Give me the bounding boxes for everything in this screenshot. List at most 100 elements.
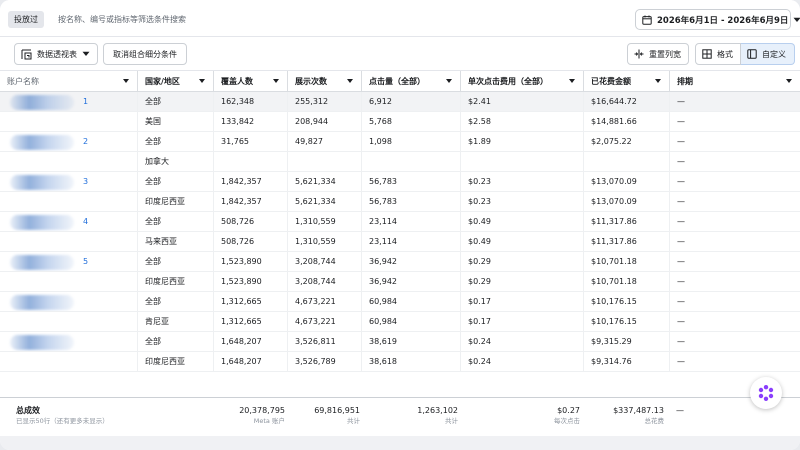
- cell-impressions: 4,673,221: [287, 312, 361, 331]
- redacted-account-name: [10, 135, 74, 150]
- table-row[interactable]: 印度尼西亚 1,648,207 3,526,789 38,618 $0.24 $9,314…: [0, 352, 800, 372]
- cell-account[interactable]: 3: [0, 172, 137, 191]
- cell-clicks: 60,984: [361, 312, 460, 331]
- column-header-reach[interactable]: 覆盖人数: [213, 71, 287, 91]
- cell-country: 全部: [137, 92, 213, 111]
- sort-caret-icon[interactable]: [569, 79, 575, 83]
- sort-caret-icon[interactable]: [446, 79, 452, 83]
- table-row[interactable]: 全部 1,312,665 4,673,221 60,984 $0.17 $10,176.1…: [0, 292, 800, 312]
- table-row[interactable]: 全部 1,648,207 3,526,811 38,619 $0.24 $9,315.29…: [0, 332, 800, 352]
- cell-cpc: $1.89: [460, 132, 583, 151]
- cell-schedule: —: [669, 332, 800, 351]
- summary-reach: 20,378,795 Meta 账户: [239, 405, 285, 427]
- column-header-label: 账户名称: [7, 76, 39, 86]
- account-link[interactable]: 2: [83, 132, 88, 151]
- sort-caret-icon[interactable]: [786, 79, 792, 83]
- cell-impressions: 3,208,744: [287, 252, 361, 271]
- chevron-down-icon: [793, 17, 800, 23]
- cell-impressions: 49,827: [287, 132, 361, 151]
- clear-breakdown-button[interactable]: 取消组合细分条件: [103, 43, 187, 65]
- summary-cpc-value: $0.27: [557, 406, 580, 415]
- cell-account[interactable]: [0, 352, 137, 371]
- cell-account[interactable]: 2: [0, 132, 137, 151]
- cell-amount-spent: $10,701.18: [583, 252, 669, 271]
- cell-account[interactable]: [0, 332, 137, 351]
- date-range-picker[interactable]: 2026年6月1日 - 2026年6月9日: [635, 9, 800, 30]
- cell-account[interactable]: [0, 192, 137, 211]
- account-link[interactable]: 5: [83, 252, 88, 271]
- table-row[interactable]: 3 全部 1,842,357 5,621,334 56,783 $0.23 $13,070.…: [0, 172, 800, 192]
- cell-amount-spent: $13,070.09: [583, 172, 669, 191]
- cell-country: 印度尼西亚: [137, 272, 213, 291]
- cell-account[interactable]: 1: [0, 92, 137, 111]
- format-button[interactable]: 格式: [695, 43, 741, 65]
- cell-cpc: $2.41: [460, 92, 583, 111]
- cell-account[interactable]: 5: [0, 252, 137, 271]
- cell-clicks: [361, 152, 460, 171]
- cell-account[interactable]: [0, 312, 137, 331]
- column-header-cpc[interactable]: 单次点击费用（全部）: [460, 71, 583, 91]
- cell-clicks: 6,912: [361, 92, 460, 111]
- summary-reach-value: 20,378,795: [239, 406, 285, 415]
- cell-impressions: 5,621,334: [287, 192, 361, 211]
- table-row[interactable]: 加拿大 —: [0, 152, 800, 172]
- date-range-label: 2026年6月1日 - 2026年6月9日: [657, 15, 789, 26]
- table-row[interactable]: 肯尼亚 1,312,665 4,673,221 60,984 $0.17 $10,176.…: [0, 312, 800, 332]
- table-row[interactable]: 印度尼西亚 1,842,357 5,621,334 56,783 $0.23 $13,07…: [0, 192, 800, 212]
- sort-caret-icon[interactable]: [655, 79, 661, 83]
- cell-reach: 1,312,665: [213, 292, 287, 311]
- table-row[interactable]: 5 全部 1,523,890 3,208,744 36,942 $0.29 $10,701.…: [0, 252, 800, 272]
- cell-account[interactable]: [0, 112, 137, 131]
- cell-cpc: $0.17: [460, 292, 583, 311]
- cell-account[interactable]: [0, 232, 137, 251]
- table-row[interactable]: 马来西亚 508,726 1,310,559 23,114 $0.49 $11,317.8…: [0, 232, 800, 252]
- pivot-table-button[interactable]: 数据透视表: [14, 43, 98, 65]
- assistant-button[interactable]: [750, 377, 782, 409]
- cell-amount-spent: $10,176.15: [583, 292, 669, 311]
- cell-amount-spent: $11,317.86: [583, 212, 669, 231]
- table-row[interactable]: 1 全部 162,348 255,312 6,912 $2.41 $16,644.72—: [0, 92, 800, 112]
- column-header-label: 已花费金额: [591, 76, 631, 86]
- column-header-amount-spent[interactable]: 已花费金额: [583, 71, 669, 91]
- cell-account[interactable]: [0, 292, 137, 311]
- redacted-account-name: [10, 295, 74, 310]
- calendar-icon: [642, 15, 652, 25]
- search-input[interactable]: 按名称、编号或指标等筛选条件搜索: [58, 12, 186, 27]
- cell-reach: 1,523,890: [213, 252, 287, 271]
- account-link[interactable]: 4: [83, 212, 88, 231]
- cell-account[interactable]: [0, 272, 137, 291]
- column-header-schedule[interactable]: 排期: [669, 71, 800, 91]
- sort-caret-icon[interactable]: [123, 79, 129, 83]
- column-header-label: 国家/地区: [145, 76, 180, 86]
- cell-country: 印度尼西亚: [137, 352, 213, 371]
- cell-amount-spent: $16,644.72: [583, 92, 669, 111]
- reset-column-width-button[interactable]: 重置列宽: [627, 43, 689, 65]
- table-row[interactable]: 4 全部 508,726 1,310,559 23,114 $0.49 $11,317.86…: [0, 212, 800, 232]
- sort-caret-icon[interactable]: [273, 79, 279, 83]
- account-link[interactable]: 3: [83, 172, 88, 191]
- redacted-account-name: [10, 215, 74, 230]
- column-header-clicks[interactable]: 点击量（全部）: [361, 71, 460, 91]
- customize-button[interactable]: 自定义: [741, 43, 795, 65]
- column-header-country[interactable]: 国家/地区: [137, 71, 213, 91]
- column-header-label: 排期: [677, 76, 693, 86]
- redacted-account-name: [10, 175, 74, 190]
- cell-reach: [213, 152, 287, 171]
- customize-label: 自定义: [762, 49, 786, 59]
- column-header-account[interactable]: 账户名称: [0, 71, 137, 91]
- cell-clicks: 23,114: [361, 212, 460, 231]
- cell-clicks: 5,768: [361, 112, 460, 131]
- table-row[interactable]: 印度尼西亚 1,523,890 3,208,744 36,942 $0.29 $10,70…: [0, 272, 800, 292]
- account-link[interactable]: 1: [83, 92, 88, 111]
- cell-reach: 1,842,357: [213, 172, 287, 191]
- table-row[interactable]: 美国 133,842 208,944 5,768 $2.58 $14,881.66—: [0, 112, 800, 132]
- sort-caret-icon[interactable]: [347, 79, 353, 83]
- cell-account[interactable]: 4: [0, 212, 137, 231]
- cell-account[interactable]: [0, 152, 137, 171]
- cell-reach: 508,726: [213, 212, 287, 231]
- filter-chip-delivered[interactable]: 投放过: [8, 11, 44, 28]
- table-row[interactable]: 2 全部 31,765 49,827 1,098 $1.89 $2,075.22—: [0, 132, 800, 152]
- column-header-impressions[interactable]: 展示次数: [287, 71, 361, 91]
- sort-caret-icon[interactable]: [199, 79, 205, 83]
- cell-schedule: —: [669, 272, 800, 291]
